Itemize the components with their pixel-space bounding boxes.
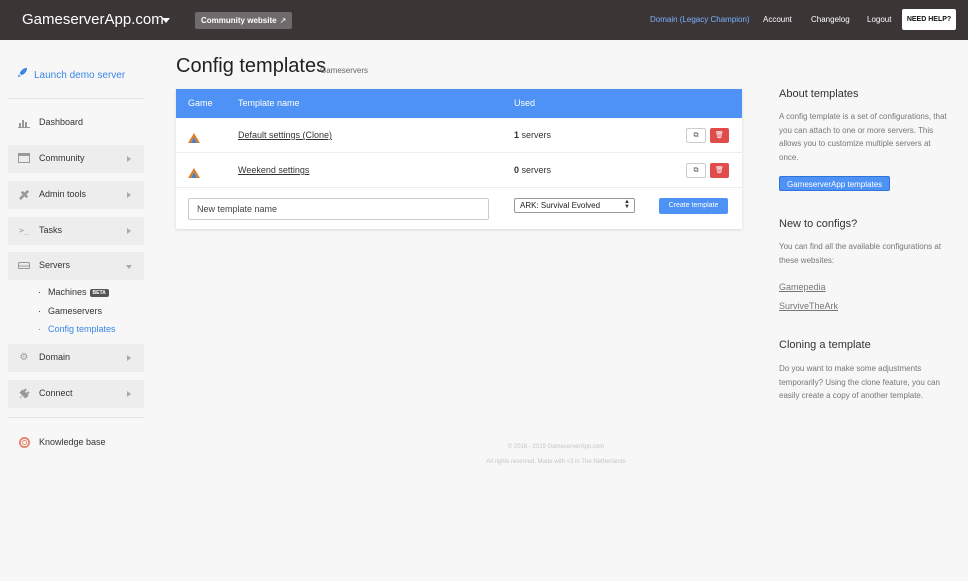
sidebar-item-label: Tasks [39, 225, 63, 235]
sidebar-subitem-gameservers[interactable]: · Gameservers [38, 306, 102, 316]
sidebar-subitem-label: Gameservers [48, 306, 103, 316]
sidebar-item-servers[interactable]: Servers [8, 252, 144, 280]
launch-demo-server-link[interactable]: Launch demo server [17, 67, 125, 81]
need-help-button[interactable]: NEED HELP? [902, 9, 956, 30]
game-select[interactable]: ARK: Survival Evolved ▲ ▼ [514, 198, 635, 213]
logout-link[interactable]: Logout [867, 15, 891, 24]
sidebar-item-label: Servers [39, 260, 71, 270]
create-template-button[interactable]: Create template [659, 198, 728, 214]
clone-button[interactable]: ⧉ [686, 128, 706, 143]
sidebar-divider [8, 417, 144, 418]
trash-icon: 🗑 [715, 167, 724, 174]
sidebar-item-label: Admin tools [39, 189, 87, 199]
footer-rights: All rights reserved. Made with <3 in The… [486, 459, 626, 465]
table-row: Weekend settings 0 servers ⧉ 🗑 [176, 153, 742, 188]
page-subtitle: Gameservers [320, 66, 369, 75]
cloning-template-heading: Cloning a template [779, 339, 871, 351]
delete-button[interactable]: 🗑 [710, 163, 729, 178]
sidebar-item-label: Dashboard [39, 117, 84, 127]
ark-game-icon [188, 130, 200, 143]
page-title: Config templates [176, 55, 327, 77]
delete-button[interactable]: 🗑 [710, 128, 729, 143]
chevron-right-icon [127, 228, 131, 234]
account-link[interactable]: Account [763, 15, 792, 24]
chevron-down-icon [126, 265, 132, 269]
copy-icon: ⧉ [693, 167, 699, 174]
rocket-icon [17, 67, 29, 81]
changelog-link[interactable]: Changelog [811, 15, 850, 24]
sidebar-item-label: Knowledge base [39, 437, 106, 447]
clone-button[interactable]: ⧉ [686, 163, 706, 178]
server-icon [18, 260, 30, 272]
top-bar: GameserverApp.com Community website ↗ Dom… [0, 0, 968, 40]
community-website-button[interactable]: Community website ↗ [195, 12, 293, 29]
domain-link[interactable]: Domain (Legacy Champion) [650, 15, 750, 24]
sidebar-subitem-machines[interactable]: · Machines BETA [38, 287, 109, 297]
trash-icon: 🗑 [715, 132, 724, 139]
sidebar-subitem-config-templates[interactable]: · Config templates [38, 324, 116, 334]
lifebuoy-icon [18, 437, 30, 449]
external-link-icon: ↗ [279, 16, 287, 25]
gear-icon: ⚙ [19, 352, 29, 363]
sidebar-item-label: Connect [39, 388, 73, 398]
used-count-value: 0 [514, 165, 520, 175]
survivetheark-link[interactable]: SurviveTheArk [779, 301, 838, 311]
plug-icon [18, 388, 30, 400]
community-website-label: Community website [201, 16, 277, 25]
used-count-value: 1 [514, 130, 520, 140]
used-count: 0 servers [514, 165, 551, 175]
new-template-name-input[interactable] [188, 198, 489, 220]
cloning-template-text: Do you want to make some adjustments tem… [779, 364, 940, 400]
about-templates-text: A config template is a set of configurat… [779, 112, 947, 162]
chevron-right-icon [127, 156, 131, 162]
used-count-unit: servers [521, 165, 552, 175]
chart-icon [18, 117, 30, 129]
ark-game-icon [188, 165, 200, 178]
bullet-icon: · [38, 324, 41, 334]
chevron-down-icon[interactable] [162, 18, 170, 23]
beta-badge: BETA [89, 289, 109, 297]
footer-copyright: © 2016 - 2019 GameserverApp.com [507, 444, 605, 450]
template-name-link[interactable]: Weekend settings [238, 165, 309, 175]
bullet-icon: · [38, 287, 41, 297]
new-to-configs-text: You can find all the available configura… [779, 242, 942, 265]
table-row: Default settings (Clone) 1 servers ⧉ 🗑 [176, 118, 742, 153]
chevron-right-icon [127, 355, 131, 361]
sidebar-item-tasks[interactable]: >_ Tasks [8, 217, 144, 245]
used-count-unit: servers [521, 130, 552, 140]
table-header: Game Template name Used [176, 89, 742, 118]
column-header-used: Used [514, 98, 536, 108]
templates-table: Game Template name Used Default settings… [176, 89, 742, 229]
sidebar-item-label: Community [39, 153, 85, 163]
new-to-configs-heading: New to configs? [779, 218, 858, 230]
window-icon [18, 153, 30, 165]
game-select-value: ARK: Survival Evolved [520, 201, 601, 210]
terminal-icon: >_ [19, 226, 29, 235]
chevron-right-icon [127, 192, 131, 198]
template-name-link[interactable]: Default settings (Clone) [238, 130, 332, 140]
column-header-game: Game [188, 98, 213, 108]
gameserverapp-templates-button[interactable]: GameserverApp templates [779, 176, 891, 191]
used-count: 1 servers [514, 130, 551, 140]
bullet-icon: · [38, 306, 41, 316]
launch-demo-server-label: Launch demo server [34, 70, 126, 81]
select-arrows-icon: ▲ ▼ [624, 199, 630, 210]
sidebar-item-community[interactable]: Community [8, 145, 144, 173]
about-templates-heading: About templates [779, 88, 859, 100]
gamepedia-link[interactable]: Gamepedia [779, 282, 826, 292]
column-header-template-name: Template name [238, 98, 300, 108]
sidebar-item-knowledge-base[interactable]: Knowledge base [8, 429, 144, 457]
chevron-right-icon [127, 391, 131, 397]
sidebar-item-label: Domain [39, 352, 71, 362]
wrench-icon [18, 189, 30, 201]
copy-icon: ⧉ [693, 132, 699, 139]
sidebar-item-domain[interactable]: ⚙ Domain [8, 344, 144, 372]
sidebar-subitem-label: Config templates [48, 324, 116, 334]
sidebar-divider [8, 98, 144, 99]
brand-logo[interactable]: GameserverApp.com [22, 11, 164, 28]
sidebar-item-connect[interactable]: Connect [8, 380, 144, 408]
sidebar-item-admin-tools[interactable]: Admin tools [8, 181, 144, 209]
sidebar-subitem-label: Machines [48, 287, 87, 297]
sidebar-item-dashboard[interactable]: Dashboard [8, 109, 144, 137]
